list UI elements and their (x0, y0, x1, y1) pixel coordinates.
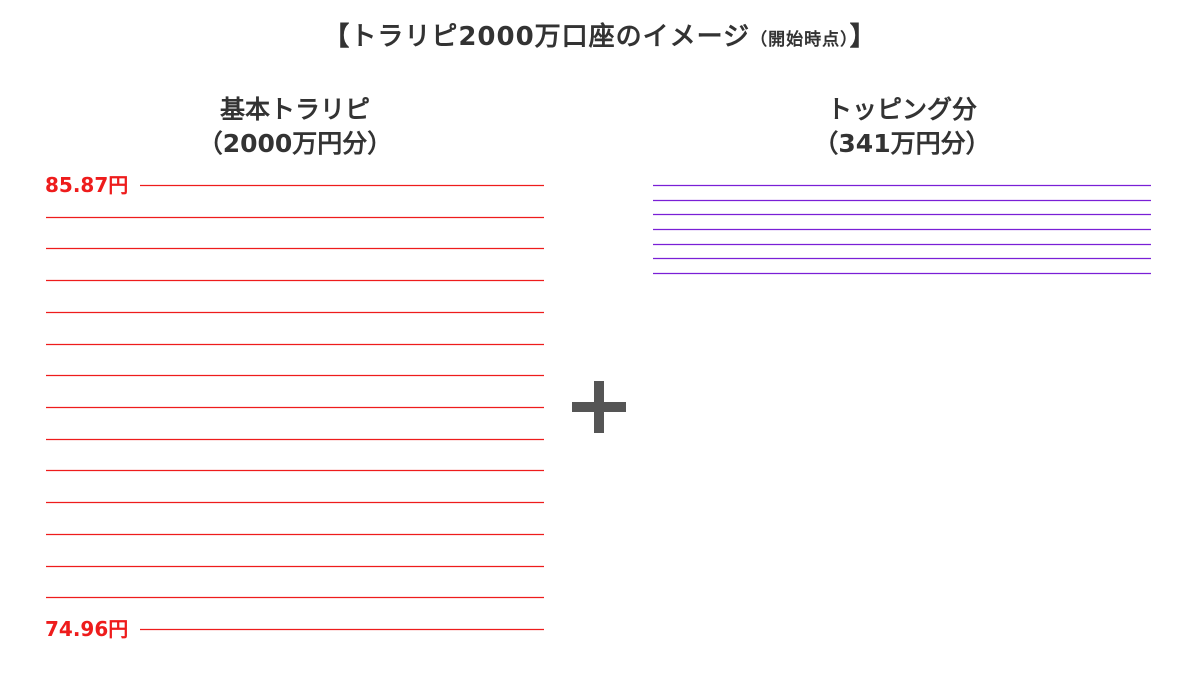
plus-icon (572, 381, 626, 433)
plus-icon-vertical (594, 381, 604, 433)
trap-lines-canvas (46, 184, 1151, 631)
